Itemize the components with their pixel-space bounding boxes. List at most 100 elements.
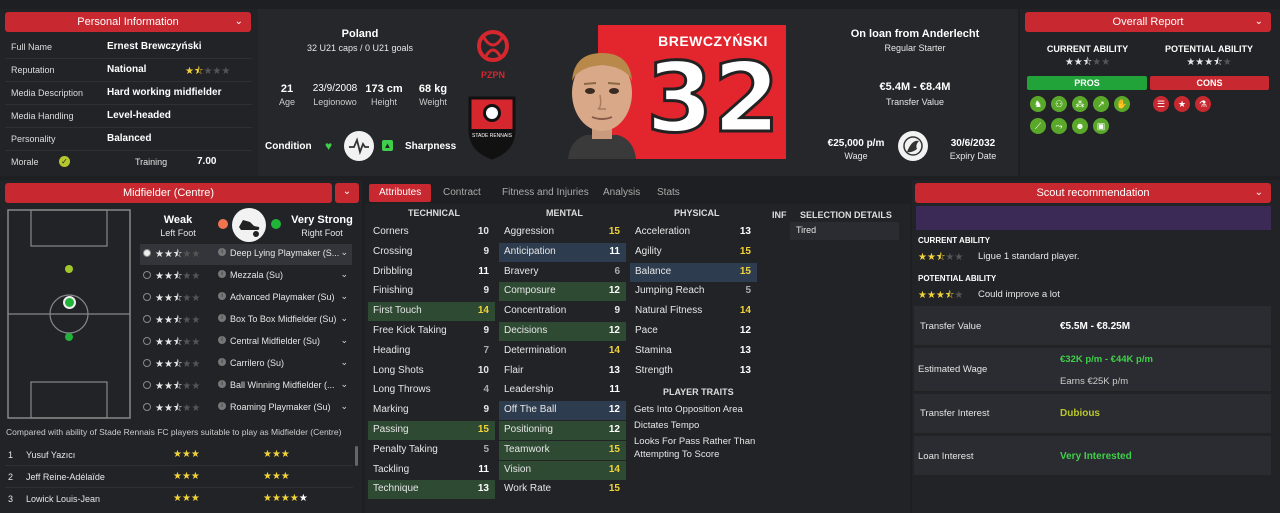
attribute-row[interactable]: Long Throws 4 bbox=[368, 381, 495, 400]
attribute-row[interactable]: Strength 13 bbox=[630, 362, 757, 381]
info-icon[interactable]: i bbox=[218, 336, 226, 344]
info-icon[interactable]: i bbox=[218, 380, 226, 388]
club-badge[interactable]: STADE RENNAIS bbox=[467, 95, 517, 160]
pro-trait-icon[interactable]: ♞ bbox=[1030, 96, 1046, 112]
attribute-row[interactable]: Pace 12 bbox=[630, 322, 757, 341]
pro-trait-icon[interactable]: ⤳ bbox=[1051, 118, 1067, 134]
compare-row[interactable]: 3 Lowick Louis-Jean ★★★ ★★★★★ bbox=[5, 490, 353, 510]
attribute-row[interactable]: Bravery 6 bbox=[499, 263, 626, 282]
role-radio[interactable] bbox=[143, 403, 151, 411]
position-header[interactable]: Midfielder (Centre) bbox=[5, 183, 332, 203]
pro-trait-icon[interactable]: ↗ bbox=[1093, 96, 1109, 112]
role-radio[interactable] bbox=[143, 337, 151, 345]
attribute-row[interactable]: Natural Fitness 14 bbox=[630, 302, 757, 321]
attribute-row[interactable]: Long Shots 10 bbox=[368, 362, 495, 381]
attribute-row[interactable]: Passing 15 bbox=[368, 421, 495, 440]
attribute-row[interactable]: Decisions 12 bbox=[499, 322, 626, 341]
attribute-row[interactable]: Marking 9 bbox=[368, 401, 495, 420]
attribute-row[interactable]: Finishing 9 bbox=[368, 282, 495, 301]
info-icon[interactable]: i bbox=[218, 314, 226, 322]
con-trait-icon[interactable]: ☰ bbox=[1153, 96, 1169, 112]
trait-item[interactable]: Gets Into Opposition Area bbox=[634, 404, 743, 415]
attribute-row[interactable]: Stamina 13 bbox=[630, 342, 757, 361]
chevron-down-icon[interactable]: ⌄ bbox=[340, 247, 348, 258]
compare-scrollbar[interactable] bbox=[355, 446, 358, 466]
attribute-row[interactable]: Work Rate 15 bbox=[499, 480, 626, 499]
attribute-row[interactable]: Aggression 15 bbox=[499, 223, 626, 242]
pro-trait-icon[interactable]: ⟋ bbox=[1030, 118, 1046, 134]
attribute-row[interactable]: Tackling 11 bbox=[368, 461, 495, 480]
tab-stats[interactable]: Stats bbox=[657, 184, 680, 202]
tab-analysis[interactable]: Analysis bbox=[603, 184, 640, 202]
chevron-down-icon[interactable]: ⌄ bbox=[340, 313, 348, 324]
role-row[interactable]: ★★⯪★★ i Deep Lying Playmaker (S... ⌄ bbox=[140, 244, 352, 265]
chevron-down-icon[interactable]: ⌄ bbox=[340, 401, 348, 412]
attribute-row[interactable]: Corners 10 bbox=[368, 223, 495, 242]
role-radio[interactable] bbox=[143, 249, 151, 257]
tab-fitness-injuries[interactable]: Fitness and Injuries bbox=[502, 184, 589, 202]
attribute-row[interactable]: Free Kick Taking 9 bbox=[368, 322, 495, 341]
chevron-down-icon[interactable]: ⌄ bbox=[340, 357, 348, 368]
pro-trait-icon[interactable]: ✋ bbox=[1114, 96, 1130, 112]
overall-report-header[interactable]: Overall Report ⌄ bbox=[1025, 12, 1271, 32]
pro-trait-icon[interactable]: ⚇ bbox=[1051, 96, 1067, 112]
info-icon[interactable]: i bbox=[218, 402, 226, 410]
nation-name[interactable]: Poland bbox=[300, 28, 420, 40]
pro-trait-icon[interactable]: ▣ bbox=[1093, 118, 1109, 134]
role-row[interactable]: ★★⯪★★ i Central Midfielder (Su) ⌄ bbox=[140, 332, 352, 353]
role-radio[interactable] bbox=[143, 271, 151, 279]
attribute-row[interactable]: Concentration 9 bbox=[499, 302, 626, 321]
pro-trait-icon[interactable]: ⁂ bbox=[1072, 96, 1088, 112]
attribute-row[interactable]: Off The Ball 12 bbox=[499, 401, 626, 421]
attribute-row[interactable]: Agility 15 bbox=[630, 243, 757, 262]
attribute-row[interactable]: Jumping Reach 5 bbox=[630, 282, 757, 301]
attribute-row[interactable]: Flair 13 bbox=[499, 362, 626, 381]
role-radio[interactable] bbox=[143, 315, 151, 323]
con-trait-icon[interactable]: ⚗ bbox=[1195, 96, 1211, 112]
tab-contract[interactable]: Contract bbox=[443, 184, 481, 202]
compare-row[interactable]: 1 Yusuf Yazıcı ★★★ ★★★ bbox=[5, 446, 353, 466]
attribute-row[interactable]: Determination 14 bbox=[499, 342, 626, 361]
role-row[interactable]: ★★⯪★★ i Advanced Playmaker (Su) ⌄ bbox=[140, 288, 352, 309]
role-radio[interactable] bbox=[143, 359, 151, 367]
chevron-down-icon[interactable]: ⌄ bbox=[340, 269, 348, 280]
role-row[interactable]: ★★⯪★★ i Roaming Playmaker (Su) ⌄ bbox=[140, 398, 352, 419]
attribute-row[interactable]: Vision 14 bbox=[499, 460, 626, 480]
attribute-row[interactable]: First Touch 14 bbox=[368, 302, 495, 322]
trait-item[interactable]: Attempting To Score bbox=[634, 449, 719, 460]
attribute-row[interactable]: Balance 15 bbox=[630, 262, 757, 282]
chevron-down-icon[interactable]: ⌄ bbox=[340, 379, 348, 390]
role-row[interactable]: ★★⯪★★ i Ball Winning Midfielder (... ⌄ bbox=[140, 376, 352, 397]
attribute-row[interactable]: Leadership 11 bbox=[499, 381, 626, 400]
info-icon[interactable]: i bbox=[218, 270, 226, 278]
attribute-row[interactable]: Dribbling 11 bbox=[368, 263, 495, 282]
chevron-down-icon[interactable]: ⌄ bbox=[340, 335, 348, 346]
position-dropdown-button[interactable]: ⌄ bbox=[335, 183, 359, 203]
info-icon[interactable]: i bbox=[218, 358, 226, 366]
role-row[interactable]: ★★⯪★★ i Carrilero (Su) ⌄ bbox=[140, 354, 352, 375]
chevron-down-icon[interactable]: ⌄ bbox=[340, 291, 348, 302]
role-radio[interactable] bbox=[143, 381, 151, 389]
role-row[interactable]: ★★⯪★★ i Mezzala (Su) ⌄ bbox=[140, 266, 352, 287]
trait-item[interactable]: Looks For Pass Rather Than bbox=[634, 436, 755, 447]
trait-item[interactable]: Dictates Tempo bbox=[634, 420, 699, 431]
attribute-row[interactable]: Positioning 12 bbox=[499, 421, 626, 440]
pitch-diagram[interactable] bbox=[6, 208, 132, 420]
scout-header[interactable]: Scout recommendation ⌄ bbox=[915, 183, 1271, 203]
attribute-row[interactable]: Heading 7 bbox=[368, 342, 495, 361]
info-icon[interactable]: i bbox=[218, 292, 226, 300]
role-radio[interactable] bbox=[143, 293, 151, 301]
attribute-row[interactable]: Anticipation 11 bbox=[499, 242, 626, 262]
attribute-row[interactable]: Composure 12 bbox=[499, 282, 626, 302]
loan-text[interactable]: On loan from Anderlecht bbox=[840, 28, 990, 40]
tab-attributes[interactable]: Attributes bbox=[369, 184, 432, 202]
role-row[interactable]: ★★⯪★★ i Box To Box Midfielder (Su) ⌄ bbox=[140, 310, 352, 331]
pzpn-badge[interactable]: PZPN bbox=[473, 24, 513, 84]
attribute-row[interactable]: Penalty Taking 5 bbox=[368, 441, 495, 460]
attribute-row[interactable]: Technique 13 bbox=[368, 480, 495, 500]
personal-info-header[interactable]: Personal Information ⌄ bbox=[5, 12, 251, 32]
pro-trait-icon[interactable]: ☻ bbox=[1072, 118, 1088, 134]
attribute-row[interactable]: Teamwork 15 bbox=[499, 440, 626, 460]
con-trait-icon[interactable]: ★ bbox=[1174, 96, 1190, 112]
attribute-row[interactable]: Acceleration 13 bbox=[630, 223, 757, 242]
